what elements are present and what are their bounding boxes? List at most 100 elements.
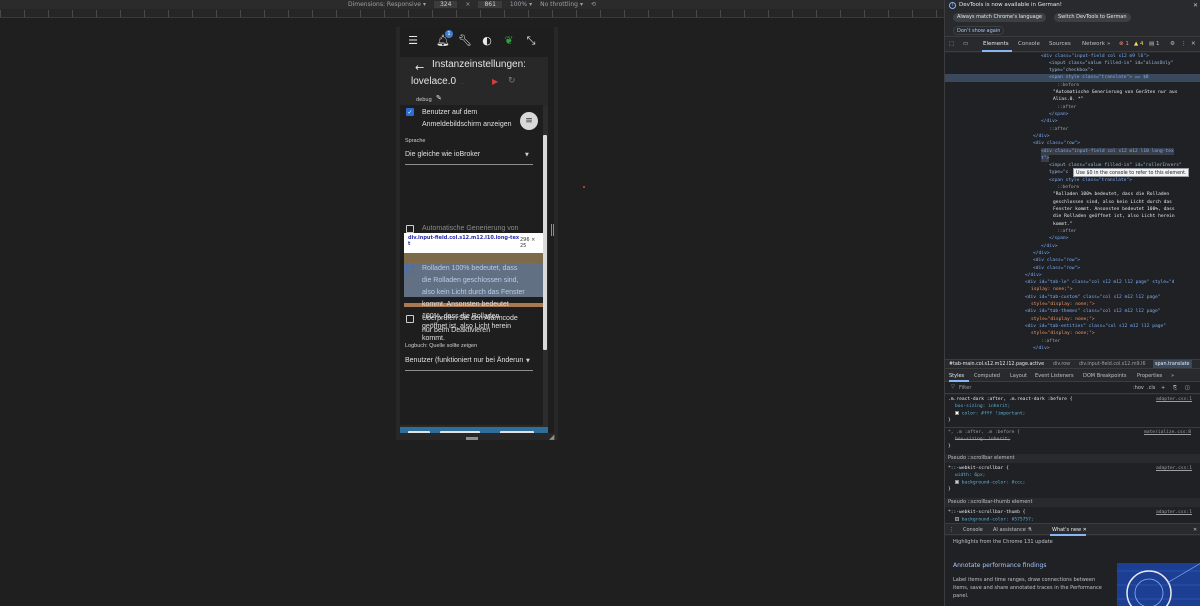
- styles-filter-input[interactable]: Filter: [959, 385, 971, 391]
- breadcrumb-item[interactable]: span.translate: [1153, 360, 1192, 368]
- style-property[interactable]: box-sizing: inherit;: [955, 404, 1010, 411]
- cls-toggle[interactable]: .cls: [1147, 385, 1155, 391]
- info-count-badge[interactable]: ▤ 1: [1149, 41, 1159, 47]
- save-and-close-button[interactable]: 💾︎ ✕: [440, 431, 480, 433]
- style-source-link[interactable]: adapter.css:1: [1156, 510, 1192, 517]
- auto-generate-checkbox[interactable]: [406, 225, 414, 233]
- tree-node[interactable]: style="display: none;">: [1031, 330, 1095, 337]
- close-button[interactable]: ✕: [500, 431, 534, 433]
- breadcrumb-item[interactable]: div.row: [1053, 360, 1070, 368]
- logbook-select-value[interactable]: Benutzer (funktioniert nur bei Änderun: [405, 355, 523, 366]
- dimensions-dropdown[interactable]: Dimensions: Responsive ▾: [348, 1, 426, 8]
- expand-icon[interactable]: ⤡: [524, 34, 538, 48]
- tree-node[interactable]: Alias.0. *": [1053, 96, 1083, 103]
- switch-german-button[interactable]: Switch DevTools to German: [1054, 13, 1131, 22]
- tree-node[interactable]: <div class="row">: [1033, 257, 1080, 264]
- tab-event-listeners[interactable]: Event Listeners: [1035, 373, 1074, 379]
- style-source-link[interactable]: adapter.css:1: [1156, 466, 1192, 473]
- style-property[interactable]: background-color: #ccc;: [955, 480, 1025, 487]
- tree-node[interactable]: type="c: [1049, 169, 1068, 176]
- more-tabs-icon[interactable]: »: [1171, 373, 1174, 379]
- tab-console[interactable]: Console: [1018, 41, 1040, 47]
- drawer-tab-whats-new[interactable]: What's new ✕: [1052, 527, 1087, 533]
- close-icon[interactable]: ✕: [1083, 527, 1087, 533]
- drawer-tab-ai-assistance[interactable]: AI assistance ⚗: [993, 527, 1032, 533]
- style-rule-selector[interactable]: *::-webkit-scrollbar {: [948, 466, 1009, 473]
- tree-node[interactable]: <span style class="translate"> == $0: [1049, 74, 1149, 81]
- zoom-dropdown[interactable]: 100% ▾: [510, 1, 532, 8]
- style-rule-selector[interactable]: *, .m :after, .m :before {: [948, 430, 1020, 437]
- gear-icon[interactable]: ⚙: [1170, 41, 1175, 47]
- tree-node[interactable]: <div class="row">: [1033, 140, 1080, 147]
- sidebar-toggle-icon[interactable]: ◫: [1185, 385, 1190, 391]
- style-property[interactable]: width: 6px;: [955, 473, 985, 480]
- tab-styles[interactable]: Styles: [949, 373, 964, 379]
- style-property[interactable]: box-sizing: inherit;: [955, 437, 1010, 444]
- drawer-tab-console[interactable]: Console: [963, 527, 983, 533]
- style-rule-selector[interactable]: .m.react-dark :after, .m.react-dark :bef…: [948, 397, 1072, 404]
- hamburger-menu-icon[interactable]: ☰: [406, 34, 420, 48]
- back-arrow-icon[interactable]: ←: [415, 61, 424, 74]
- hov-toggle[interactable]: :hov: [1133, 385, 1144, 391]
- play-icon[interactable]: ▶: [492, 77, 498, 86]
- width-input[interactable]: 324: [433, 1, 458, 8]
- warning-count-badge[interactable]: ▲ 4: [1134, 41, 1143, 47]
- more-tabs-icon[interactable]: »: [1107, 41, 1110, 47]
- style-rule-selector[interactable]: *::-webkit-scrollbar-thumb {: [948, 510, 1025, 517]
- throttle-dropdown[interactable]: No throttling ▾: [540, 1, 583, 8]
- show-on-login-checkbox[interactable]: ✓: [406, 108, 414, 116]
- style-source-link[interactable]: materialize.css:8: [1144, 430, 1191, 437]
- kebab-menu-icon[interactable]: ⋮: [949, 527, 954, 533]
- error-count-badge[interactable]: ⊗ 1: [1119, 41, 1129, 47]
- rotate-icon[interactable]: ⟲: [591, 1, 596, 8]
- wrench-icon[interactable]: 🔧︎: [458, 34, 472, 48]
- roller-invers-checkbox[interactable]: [406, 266, 414, 274]
- close-icon[interactable]: ✕: [1191, 41, 1196, 47]
- breadcrumb-item[interactable]: div.input-field.col.s12.m9.l6: [1079, 360, 1146, 368]
- device-toggle-icon[interactable]: ▭: [963, 41, 968, 47]
- resize-corner-icon[interactable]: ◢: [549, 434, 556, 441]
- tree-node[interactable]: ::after: [1049, 126, 1068, 133]
- tab-network[interactable]: Network: [1082, 41, 1105, 47]
- tree-node[interactable]: </div>: [1041, 118, 1058, 125]
- kebab-menu-icon[interactable]: ⋮: [1181, 41, 1187, 47]
- plus-icon[interactable]: +: [1161, 385, 1165, 391]
- whats-new-title[interactable]: Annotate performance findings: [953, 562, 1047, 569]
- save-button[interactable]: 💾︎: [408, 431, 430, 433]
- scrollbar-thumb[interactable]: [543, 135, 547, 350]
- dont-show-again-button[interactable]: Don't show again: [953, 26, 1005, 35]
- pencil-icon[interactable]: ✎: [436, 94, 442, 102]
- tree-node[interactable]: </div>: [1033, 345, 1050, 352]
- style-property[interactable]: color: #fff !important;: [955, 411, 1025, 418]
- tree-node[interactable]: "Rolladen 100% bedeutet, dass die Rollad…: [1053, 191, 1169, 198]
- close-icon[interactable]: ✕: [1193, 2, 1198, 9]
- resize-handle-right[interactable]: [551, 224, 554, 236]
- resize-handle-bottom[interactable]: [466, 437, 478, 440]
- tab-layout[interactable]: Layout: [1010, 373, 1027, 379]
- inspect-element-icon[interactable]: ⬚: [949, 41, 954, 47]
- tab-dom-breakpoints[interactable]: DOM Breakpoints: [1083, 373, 1126, 379]
- color-swatch[interactable]: [955, 411, 959, 415]
- alarm-code-checkbox[interactable]: [406, 315, 414, 323]
- leaf-icon[interactable]: ❦: [502, 34, 516, 48]
- tree-node[interactable]: isplay: none;">: [1031, 286, 1073, 293]
- tab-sources[interactable]: Sources: [1049, 41, 1071, 47]
- color-swatch[interactable]: [955, 480, 959, 484]
- menu-fab-icon[interactable]: ≡: [520, 112, 538, 130]
- close-icon[interactable]: ✕: [1193, 527, 1197, 533]
- breadcrumb-item[interactable]: #tab-main.col.s12.m12.l12.page.active: [949, 360, 1044, 368]
- tree-node[interactable]: <div id="tab-themes" class="col s12 m12 …: [1025, 308, 1161, 315]
- whats-new-thumbnail[interactable]: [1117, 563, 1200, 606]
- new-rule-icon[interactable]: ⎘: [1173, 385, 1177, 391]
- reload-icon[interactable]: ↻: [508, 76, 516, 86]
- style-source-link[interactable]: adapter.css:1: [1156, 397, 1192, 404]
- tab-properties[interactable]: Properties: [1137, 373, 1162, 379]
- match-language-button[interactable]: Always match Chrome's language: [953, 13, 1046, 22]
- color-swatch[interactable]: [955, 517, 959, 521]
- language-select-value[interactable]: Die gleiche wie ioBroker: [405, 149, 480, 160]
- tree-node[interactable]: die Rolladen geöffnet ist, also Licht he…: [1053, 213, 1175, 220]
- tab-elements[interactable]: Elements: [983, 41, 1009, 47]
- brightness-icon[interactable]: ◐: [480, 34, 494, 48]
- tree-node[interactable]: </span>: [1049, 235, 1068, 242]
- tree-node[interactable]: <div class="input-field col s12 m12 l10 …: [1041, 148, 1174, 156]
